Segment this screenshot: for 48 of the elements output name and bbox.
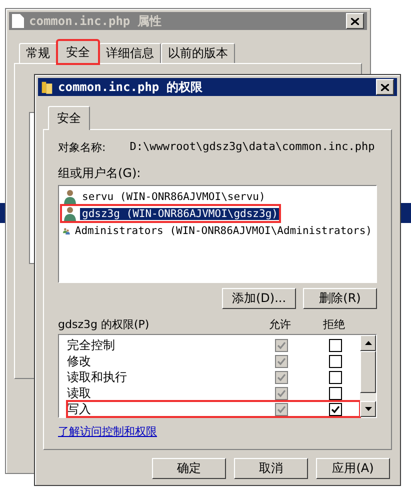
dialog-button[interactable]: 应用(A) xyxy=(316,458,390,479)
checkbox[interactable] xyxy=(328,355,342,368)
permissions-label: gdsz3g 的权限(P) xyxy=(58,317,150,332)
close-icon xyxy=(351,18,359,24)
tab[interactable]: 常规 xyxy=(19,43,57,63)
tab[interactable]: 安全 xyxy=(48,106,90,130)
window-edge xyxy=(401,203,411,223)
window-title: common.inc.php 的权限 xyxy=(58,78,202,96)
help-link[interactable]: 了解访问控制和权限 xyxy=(58,424,157,439)
checkbox[interactable] xyxy=(274,387,288,400)
close-button[interactable] xyxy=(376,79,394,95)
permission-name: 修改 xyxy=(67,353,92,370)
checkbox[interactable] xyxy=(328,371,342,384)
folder-icon xyxy=(41,79,53,95)
close-button[interactable] xyxy=(346,13,364,29)
column-header: 允许 xyxy=(268,317,292,332)
close-icon xyxy=(381,84,389,90)
dialog-button[interactable]: 取消 xyxy=(234,458,308,479)
remove-button[interactable]: 删除(R) xyxy=(303,288,377,309)
checkbox[interactable] xyxy=(274,403,288,416)
checkbox[interactable] xyxy=(328,339,342,352)
tab[interactable]: 详细信息 xyxy=(99,43,161,63)
checkbox[interactable] xyxy=(328,403,342,416)
group-label: 组或用户名(G): xyxy=(58,165,142,182)
window-title: common.inc.php 属性 xyxy=(29,12,162,30)
file-icon xyxy=(12,14,24,28)
user-icon xyxy=(63,206,77,222)
tab[interactable]: 以前的版本 xyxy=(161,43,235,63)
dialog-button[interactable]: 确定 xyxy=(152,458,226,479)
checkbox[interactable] xyxy=(274,355,288,368)
scrollbar[interactable] xyxy=(360,335,376,417)
add-button[interactable]: 添加(D)... xyxy=(222,288,296,309)
down-arrow-icon[interactable] xyxy=(364,407,372,411)
object-name: D:\wwwroot\gdsz3g\data\common.inc.php xyxy=(130,140,375,155)
permission-name: 读取和执行 xyxy=(67,369,128,386)
checkbox[interactable] xyxy=(328,387,342,400)
user-item[interactable]: Administrators (WIN-ONR86AJVMOI\Administrators) xyxy=(61,222,374,239)
up-arrow-icon[interactable] xyxy=(364,341,372,345)
permission-name: 完全控制 xyxy=(67,337,116,354)
tab[interactable]: 安全 xyxy=(57,40,99,64)
column-header: 拒绝 xyxy=(322,317,346,332)
object-name-label: 对象名称: xyxy=(58,140,106,155)
user-item[interactable]: servu (WIN-ONR86AJVMOI\servu) xyxy=(61,188,374,205)
checkbox[interactable] xyxy=(274,371,288,384)
window-edge xyxy=(0,203,5,223)
permission-name: 读取 xyxy=(67,385,92,402)
checkbox[interactable] xyxy=(274,339,288,352)
user-icon xyxy=(63,188,77,204)
